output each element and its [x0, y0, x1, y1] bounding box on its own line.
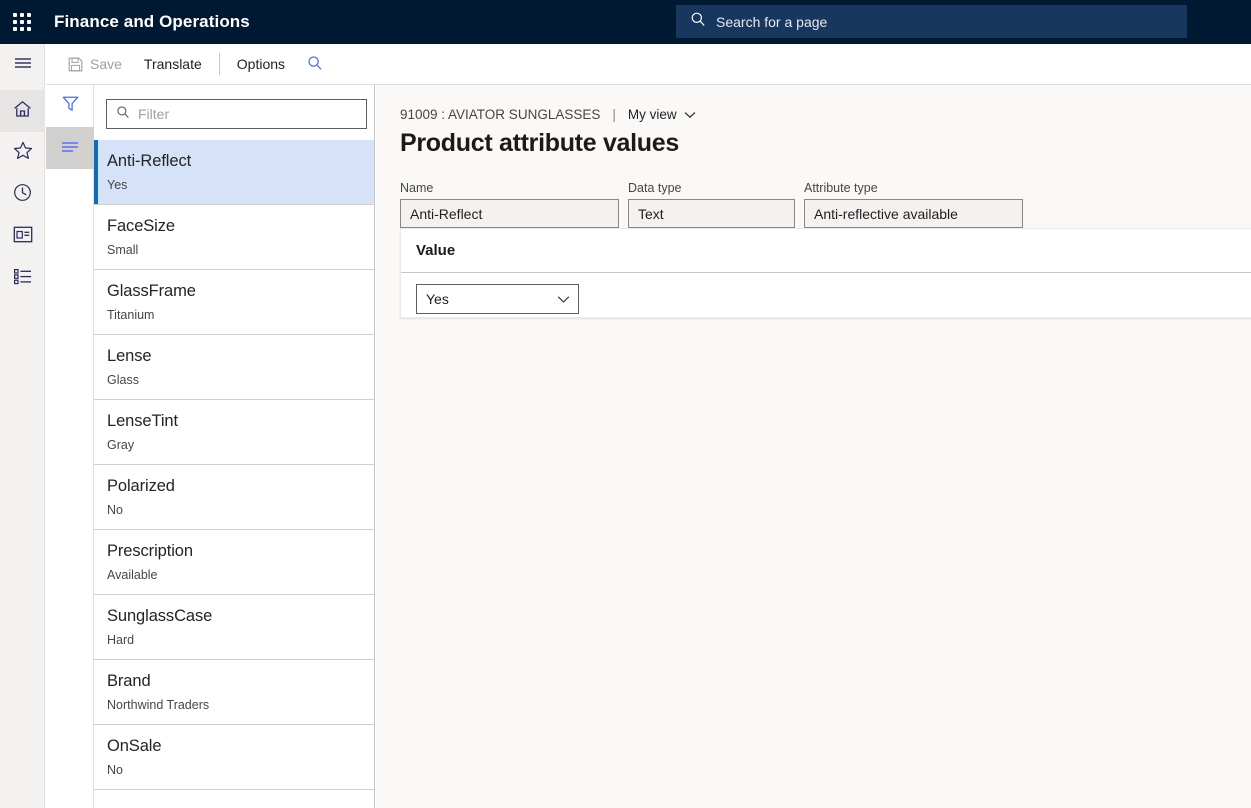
- list-icon: [13, 268, 33, 290]
- list-item[interactable]: LenseTint Gray: [94, 400, 374, 465]
- list-item-title: Lense: [107, 346, 362, 367]
- filter-strip: [46, 85, 94, 808]
- sidebar-item-home[interactable]: [0, 90, 45, 132]
- left-icon-rail: [0, 44, 45, 808]
- save-button[interactable]: Save: [57, 49, 133, 79]
- list-item-title: FaceSize: [107, 216, 362, 237]
- list-lines-icon: [60, 139, 80, 158]
- save-floppy-icon: [68, 57, 83, 72]
- translate-label: Translate: [144, 56, 202, 72]
- value-card: Value Yes: [400, 228, 1251, 318]
- list-item-title: Brand: [107, 671, 362, 692]
- breadcrumb-separator: |: [612, 107, 616, 122]
- list-item[interactable]: GlassFrame Titanium: [94, 270, 374, 335]
- waffle-grid-dots: [13, 13, 31, 31]
- value-card-header: Value: [401, 229, 1251, 273]
- field-row: Name Anti-Reflect Data type Text Attribu…: [376, 158, 1251, 228]
- name-field[interactable]: Anti-Reflect: [400, 199, 619, 228]
- value-dropdown-text: Yes: [426, 291, 449, 307]
- list-item-subtitle: Yes: [107, 177, 362, 193]
- hamburger-menu-icon: [13, 55, 33, 76]
- filter-placeholder: Filter: [138, 106, 169, 122]
- list-item-subtitle: Hard: [107, 632, 362, 648]
- filter-input[interactable]: Filter: [106, 99, 367, 129]
- list-item-title: LenseTint: [107, 411, 362, 432]
- translate-button[interactable]: Translate: [133, 49, 213, 79]
- list-item-subtitle: Glass: [107, 372, 362, 388]
- my-view-label: My view: [628, 107, 677, 122]
- page-title: Product attribute values: [376, 122, 1251, 158]
- list-item-title: Anti-Reflect: [107, 151, 362, 172]
- star-icon: [13, 141, 33, 165]
- list-item-subtitle: Titanium: [107, 307, 362, 323]
- chevron-down-icon: [684, 111, 696, 119]
- save-label: Save: [90, 56, 122, 72]
- workspace-icon: [13, 226, 33, 248]
- data-type-label: Data type: [628, 181, 795, 195]
- app-title: Finance and Operations: [54, 12, 250, 32]
- filter-pane-button[interactable]: [46, 85, 94, 127]
- list-view-button[interactable]: [46, 127, 94, 169]
- list-item[interactable]: Prescription Available: [94, 530, 374, 595]
- list-item-subtitle: Available: [107, 567, 362, 583]
- funnel-filter-icon: [61, 94, 80, 118]
- toolbar-search-button[interactable]: [296, 49, 334, 79]
- list-item-title: GlassFrame: [107, 281, 362, 302]
- waffle-grid-icon[interactable]: [0, 0, 44, 44]
- list-item-title: Polarized: [107, 476, 362, 497]
- name-field-group: Name Anti-Reflect: [400, 181, 619, 228]
- toolbar-divider: [219, 53, 220, 75]
- value-card-body: Yes: [401, 273, 1251, 314]
- my-view-selector[interactable]: My view: [628, 107, 696, 122]
- sidebar-item-workspaces[interactable]: [0, 216, 45, 258]
- main-content: 91009 : AVIATOR SUNGLASSES | My view Pro…: [376, 85, 1251, 808]
- attribute-type-field[interactable]: Anti-reflective available: [804, 199, 1023, 228]
- sidebar-item-modules[interactable]: [0, 258, 45, 300]
- list-item-subtitle: No: [107, 762, 362, 778]
- search-icon: [690, 11, 706, 32]
- breadcrumb-record: 91009 : AVIATOR SUNGLASSES: [400, 107, 600, 122]
- list-item[interactable]: Polarized No: [94, 465, 374, 530]
- attribute-type-field-group: Attribute type Anti-reflective available: [804, 181, 1023, 228]
- list-item-subtitle: No: [107, 502, 362, 518]
- options-button[interactable]: Options: [226, 49, 296, 79]
- value-dropdown[interactable]: Yes: [416, 284, 579, 314]
- nav-toggle-button[interactable]: [0, 44, 45, 86]
- list-item[interactable]: Anti-Reflect Yes: [94, 140, 374, 205]
- action-toolbar: Save Translate Options: [46, 44, 1251, 85]
- top-navigation-bar: Finance and Operations Search for a page: [0, 0, 1251, 44]
- list-item-subtitle: Small: [107, 242, 362, 258]
- page-search-placeholder: Search for a page: [716, 14, 827, 30]
- list-item-title: SunglassCase: [107, 606, 362, 627]
- list-item-subtitle: Northwind Traders: [107, 697, 362, 713]
- list-item[interactable]: SunglassCase Hard: [94, 595, 374, 660]
- list-item[interactable]: Lense Glass: [94, 335, 374, 400]
- breadcrumb: 91009 : AVIATOR SUNGLASSES | My view: [376, 85, 1251, 122]
- data-type-field-group: Data type Text: [628, 181, 795, 228]
- search-icon: [307, 55, 323, 74]
- chevron-down-icon: [557, 295, 570, 304]
- list-item[interactable]: Brand Northwind Traders: [94, 660, 374, 725]
- clock-icon: [13, 183, 32, 207]
- list-item-title: OnSale: [107, 736, 362, 757]
- data-type-field[interactable]: Text: [628, 199, 795, 228]
- filter-input-wrapper: Filter: [94, 85, 374, 140]
- list-item[interactable]: OnSale No: [94, 725, 374, 790]
- sidebar-item-favorites[interactable]: [0, 132, 45, 174]
- sidebar-item-recent[interactable]: [0, 174, 45, 216]
- attribute-type-label: Attribute type: [804, 181, 1023, 195]
- options-label: Options: [237, 56, 285, 72]
- search-icon: [116, 105, 130, 124]
- list-item-subtitle: Gray: [107, 437, 362, 453]
- list-item[interactable]: FaceSize Small: [94, 205, 374, 270]
- page-search-input[interactable]: Search for a page: [676, 5, 1187, 38]
- home-icon: [13, 100, 32, 123]
- attribute-list-pane: Filter Anti-Reflect Yes FaceSize Small G…: [94, 85, 375, 808]
- list-item-title: Prescription: [107, 541, 362, 562]
- name-label: Name: [400, 181, 619, 195]
